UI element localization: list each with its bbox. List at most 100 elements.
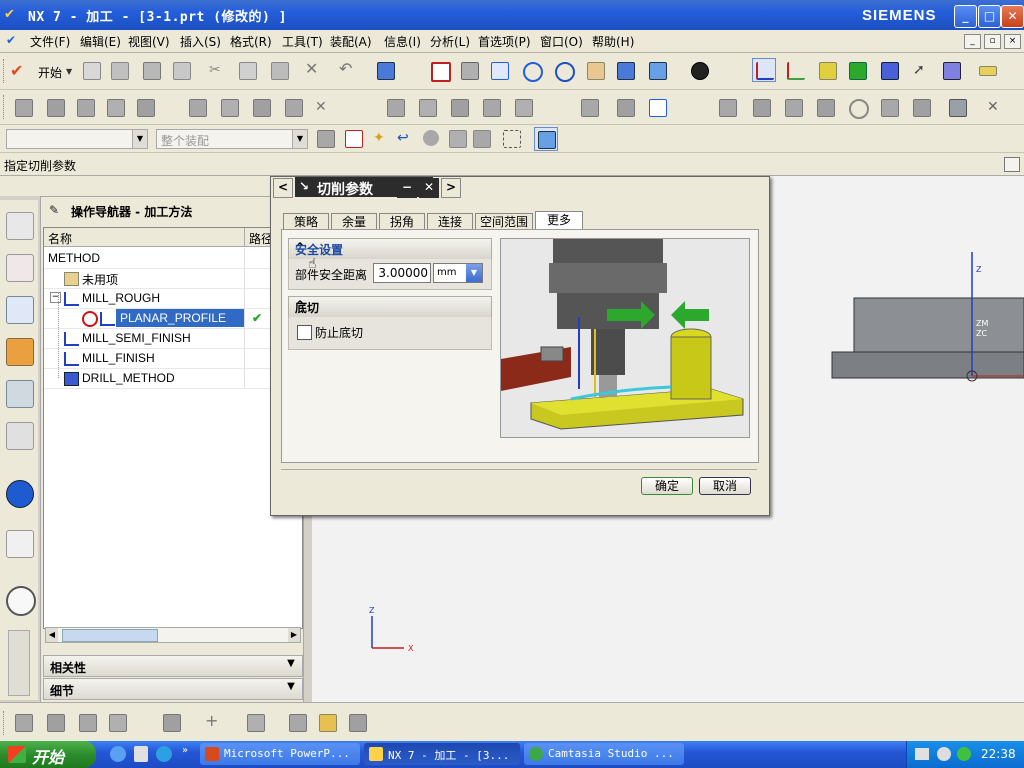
geometry-view-icon[interactable] [76, 711, 98, 733]
copy-icon[interactable] [236, 59, 258, 81]
output-cls-icon[interactable] [646, 96, 668, 118]
constraint-navigator-icon[interactable] [6, 254, 34, 282]
table-row-selected[interactable]: PLANAR_PROFILE ✔ [44, 308, 302, 329]
clock-icon[interactable] [6, 586, 36, 616]
back-icon[interactable] [937, 747, 951, 761]
probe-icon[interactable] [846, 96, 869, 119]
task-powerpoint[interactable]: Microsoft PowerP... [200, 743, 360, 765]
close-button[interactable]: ✕ [1001, 5, 1024, 28]
dependencies-section[interactable]: 相关性 ▼ [43, 655, 303, 677]
machine-view-icon[interactable] [44, 711, 66, 733]
save-icon[interactable] [140, 59, 162, 81]
menu-preferences[interactable]: 首选项(P) [478, 33, 531, 50]
chevron-down-icon[interactable]: ▼ [284, 658, 298, 672]
delete-object-icon[interactable]: ✕ [312, 96, 334, 118]
minimize-button[interactable]: _ [954, 5, 977, 28]
datum-icon[interactable] [784, 59, 806, 81]
ok-button[interactable]: 确定 [641, 477, 693, 495]
select-all-icon[interactable] [314, 127, 336, 149]
mdi-restore-button[interactable]: ▫ [984, 34, 1001, 49]
point-icon[interactable]: ✦ [370, 127, 392, 149]
operation-navigator-icon[interactable] [6, 296, 34, 324]
media-icon[interactable] [156, 746, 172, 762]
menu-file[interactable]: 文件(F) [30, 33, 70, 50]
zoom-box-icon[interactable] [458, 59, 480, 81]
ie-icon[interactable] [110, 746, 126, 762]
verify-path-icon[interactable] [480, 96, 502, 118]
wcs-icon[interactable] [752, 58, 776, 82]
menu-view[interactable]: 视图(V) [128, 33, 170, 50]
table-row[interactable]: MILL_SEMI_FINISH [44, 328, 302, 349]
remove-icon[interactable]: ✕ [984, 96, 1006, 118]
open-file-icon[interactable] [108, 59, 130, 81]
cancel-button[interactable]: 取消 [699, 477, 751, 495]
shaded-icon[interactable] [614, 59, 636, 81]
keyboard-icon[interactable] [915, 748, 929, 760]
menu-edit[interactable]: 编辑(E) [80, 33, 121, 50]
chevron-up-icon[interactable]: ⌃ [295, 240, 485, 254]
feedrate-icon[interactable] [716, 96, 738, 118]
menu-analysis[interactable]: 分析(L) [430, 33, 470, 50]
paste-object-icon[interactable] [282, 96, 304, 118]
cursor-icon[interactable]: ➚ [910, 59, 932, 81]
start-button[interactable]: 开始 [38, 64, 62, 81]
cut-region-icon[interactable] [244, 711, 266, 733]
info-dropdown-icon[interactable] [374, 59, 396, 81]
assembly-navigator-icon[interactable] [6, 212, 34, 240]
filter-icon[interactable] [940, 59, 962, 81]
create-program-icon[interactable] [12, 96, 34, 118]
snap-icon[interactable] [846, 59, 868, 81]
zoom-window-icon[interactable] [488, 59, 510, 81]
mdi-close-button[interactable]: × [1004, 34, 1021, 49]
tab-stock[interactable]: 余量 [331, 213, 377, 230]
menu-assembly[interactable]: 装配(A) [330, 33, 372, 50]
mdi-minimize-button[interactable]: _ [964, 34, 981, 49]
tab-more[interactable]: 更多 [535, 211, 583, 230]
quicklaunch-icon[interactable] [134, 746, 148, 762]
dialog-forward-button[interactable]: > [441, 178, 461, 198]
part-clearance-input[interactable]: 3.00000 [373, 263, 431, 283]
details-section[interactable]: 细节 ▼ [43, 678, 303, 700]
select-icon[interactable] [878, 59, 900, 81]
menu-insert[interactable]: 插入(S) [180, 33, 221, 50]
create-tool-icon[interactable] [44, 96, 66, 118]
menu-information[interactable]: 信息(I) [384, 33, 421, 50]
task-nx[interactable]: NX 7 - 加工 - [3... [364, 743, 520, 765]
web-browser-icon[interactable] [6, 530, 34, 558]
cut-icon[interactable]: ✂ [206, 59, 228, 81]
tab-strategy[interactable]: 策略 [283, 213, 329, 230]
delete-icon[interactable]: ✕ [302, 59, 324, 81]
ruler-icon[interactable] [976, 59, 998, 81]
copy-object-icon[interactable] [250, 96, 272, 118]
scroll-thumb[interactable] [62, 629, 158, 642]
table-row[interactable]: DRILL_METHOD [44, 368, 302, 389]
tab-containment[interactable]: 空间范围 [475, 213, 533, 230]
menu-help[interactable]: 帮助(H) [592, 33, 634, 50]
blank-icon[interactable] [346, 711, 368, 733]
expand-quicklaunch-icon[interactable]: » [182, 745, 188, 756]
body-icon[interactable] [470, 127, 492, 149]
column-name-header[interactable]: 名称 [44, 228, 245, 247]
feed-icon[interactable] [286, 711, 308, 733]
table-row[interactable]: METHOD [44, 248, 302, 269]
new-file-icon[interactable] [80, 59, 102, 81]
cut-object-icon[interactable] [218, 96, 240, 118]
create-method-icon[interactable] [104, 96, 126, 118]
method-object-icon[interactable] [782, 96, 804, 118]
add-icon[interactable]: + [202, 711, 224, 733]
scroll-left-icon[interactable]: ◀ [46, 628, 58, 642]
view-cube-icon[interactable] [646, 59, 668, 81]
edit-object-icon[interactable] [186, 96, 208, 118]
dialog-back-button[interactable]: < [273, 178, 293, 198]
arrow-icon[interactable]: ↩ [394, 127, 416, 149]
scroll-right-icon[interactable]: ▶ [288, 628, 300, 642]
material-icon[interactable] [946, 96, 968, 118]
prevent-undercut-checkbox[interactable] [297, 325, 312, 340]
create-operation-icon[interactable] [134, 96, 156, 118]
start-button[interactable]: 开始 [0, 741, 96, 768]
menu-window[interactable]: 窗口(O) [540, 33, 583, 50]
menu-format[interactable]: 格式(R) [230, 33, 272, 50]
resource-scroll[interactable] [8, 630, 30, 696]
chevron-down-icon[interactable]: ▼ [466, 264, 482, 282]
pan-icon[interactable] [584, 59, 606, 81]
